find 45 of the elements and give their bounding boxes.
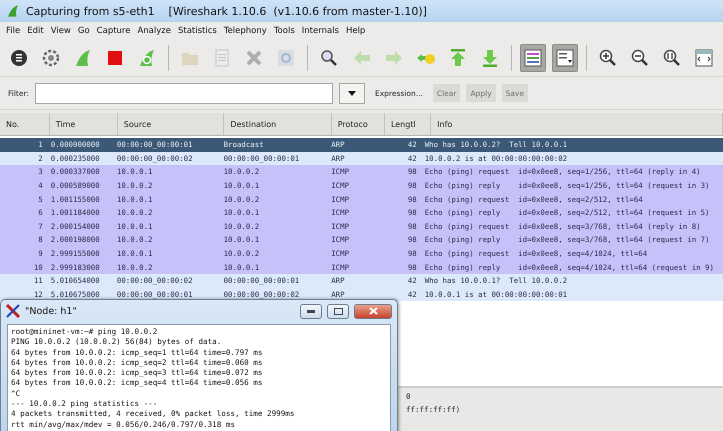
terminal-title: "Node: h1" (25, 306, 78, 316)
scroll-list-icon (554, 48, 575, 68)
toolbar-button[interactable] (520, 44, 546, 72)
toolbar-button[interactable] (552, 44, 578, 72)
menu-item[interactable]: Tools (274, 26, 295, 36)
list-icon (9, 48, 30, 68)
column-header[interactable]: Source (118, 113, 224, 135)
menu-item[interactable]: View (50, 26, 71, 36)
menu-item[interactable]: Help (346, 26, 366, 36)
column-header[interactable]: Lengtl (384, 113, 432, 135)
menu-item[interactable]: Telephony (224, 26, 267, 36)
column-header[interactable]: Time (50, 113, 118, 135)
resize-columns-icon (694, 48, 714, 68)
menu-item[interactable]: Internals (302, 26, 339, 36)
zoom-out-icon (630, 48, 650, 68)
fin-icon (6, 4, 20, 18)
filter-field[interactable] (34, 82, 333, 104)
colored-lines-icon (522, 48, 543, 68)
column-header[interactable]: Destination (224, 113, 332, 135)
column-header[interactable]: No. (0, 113, 50, 135)
right-arrow-icon (384, 48, 404, 68)
window-title: Capturing from s5-eth1 [Wireshark 1.10.6 (v1.10.6 from master-1.10)] (26, 4, 427, 18)
minimize-button[interactable] (300, 304, 322, 318)
x-logo-icon (6, 304, 20, 318)
caret-icon (348, 90, 356, 96)
menu-item[interactable]: Go (78, 26, 90, 36)
column-header[interactable]: Protoco (332, 113, 385, 135)
menu-item[interactable]: Analyze (137, 26, 171, 36)
search-icon (319, 48, 340, 68)
dropdown-button[interactable] (338, 82, 365, 104)
column-header[interactable]: Info (431, 113, 723, 135)
reload-icon (276, 48, 296, 68)
maximize-button[interactable] (327, 304, 349, 318)
close-button[interactable] (354, 304, 392, 318)
close-icon (368, 307, 378, 315)
menu-item[interactable]: File (6, 26, 20, 36)
close-icon (244, 48, 264, 68)
maximize-icon (334, 308, 342, 314)
settings-icon (41, 48, 62, 68)
zoom-in-icon (598, 48, 618, 68)
menu-item[interactable]: Statistics (178, 26, 217, 36)
minimize-icon (307, 310, 315, 312)
zoom-reset-icon (662, 48, 682, 68)
menu-item[interactable]: Capture (96, 26, 130, 36)
menu-item[interactable]: Edit (27, 26, 44, 36)
